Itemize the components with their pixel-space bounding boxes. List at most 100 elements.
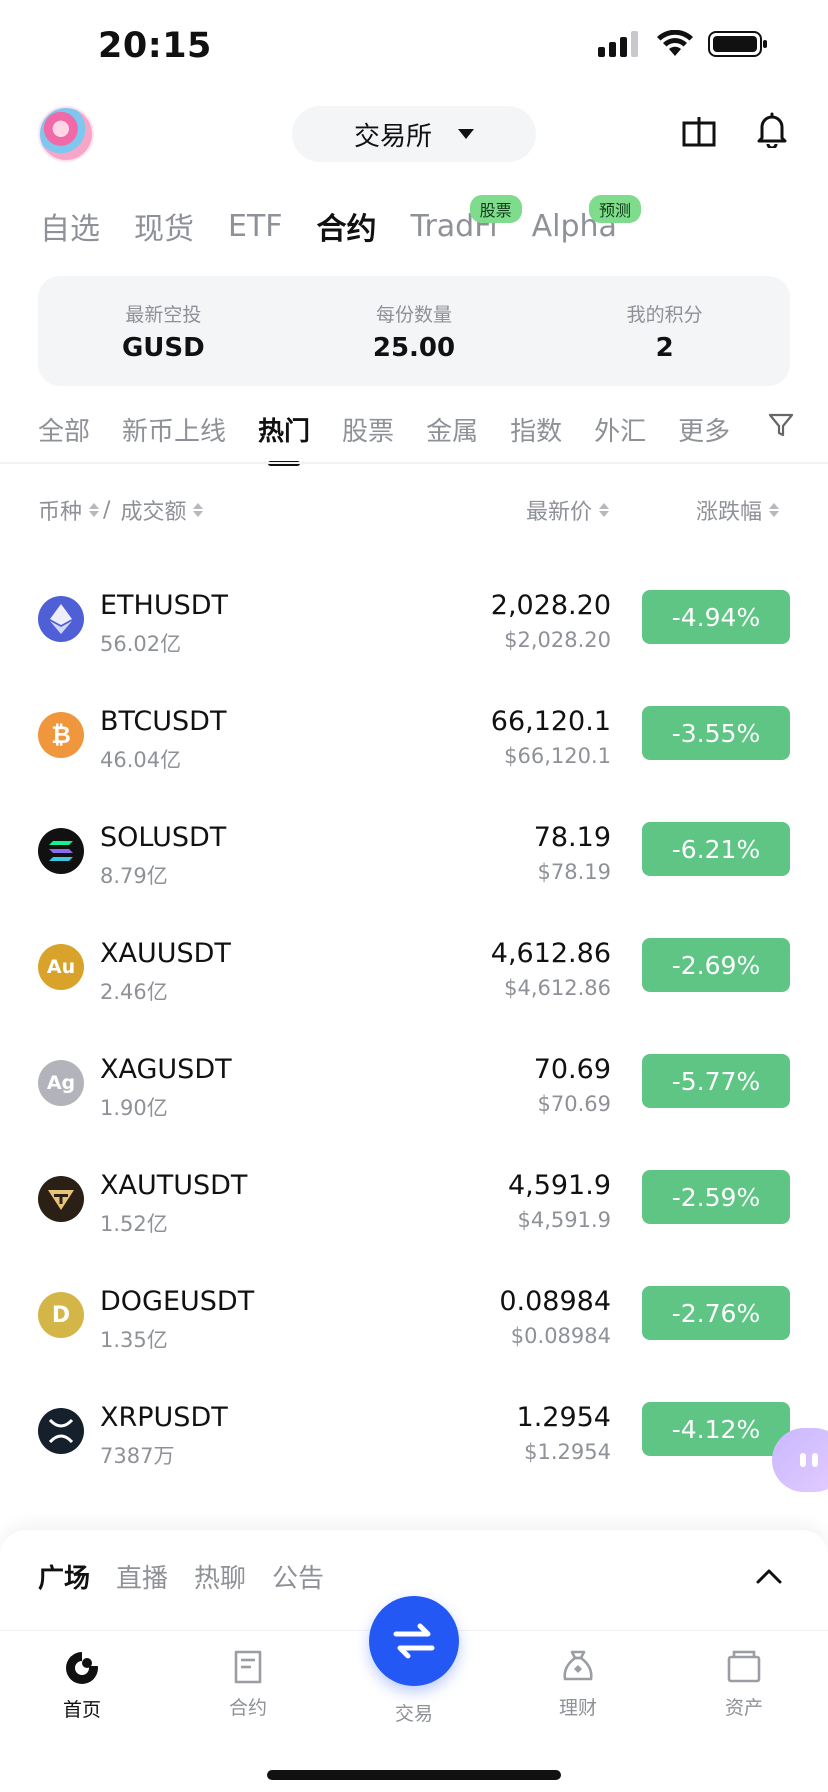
volume: 1.35亿 xyxy=(100,1328,168,1352)
category-all[interactable]: 全部 xyxy=(38,411,90,448)
market-list: ETHUSDT 56.02亿 2,028.20 $2,028.20 -4.94%… xyxy=(0,580,828,1508)
nav-assets[interactable]: 资产 xyxy=(694,1649,794,1720)
change-badge[interactable]: -5.77% xyxy=(642,1054,790,1108)
change-badge[interactable]: -2.76% xyxy=(642,1286,790,1340)
header: 交易所 xyxy=(0,100,828,190)
silver-icon: Ag xyxy=(38,1060,84,1106)
wifi-icon xyxy=(657,30,693,56)
symbol: XAUUSDT xyxy=(100,938,231,969)
exchange-label: 交易所 xyxy=(353,121,432,152)
market-row[interactable]: ₿ BTCUSDT 46.04亿 66,120.1 $66,120.1 -3.5… xyxy=(0,696,828,812)
nav-finance[interactable]: 理财 xyxy=(528,1649,628,1720)
coin-volume-header[interactable]: 币种 / 成交额 xyxy=(38,494,204,526)
price-usd: $70.69 xyxy=(537,1092,611,1116)
change-header-label: 涨跌幅 xyxy=(696,500,763,525)
eth-icon xyxy=(38,596,84,642)
nav-label: 理财 xyxy=(558,1697,597,1719)
assistant-bot-button[interactable] xyxy=(772,1428,828,1492)
market-row[interactable]: D DOGEUSDT 1.35亿 0.08984 $0.08984 -2.76% xyxy=(0,1276,828,1392)
volume-header-label: 成交额 xyxy=(120,500,187,525)
market-row[interactable]: ETHUSDT 56.02亿 2,028.20 $2,028.20 -4.94% xyxy=(0,580,828,696)
filter-icon[interactable] xyxy=(768,412,794,438)
change-badge[interactable]: -2.59% xyxy=(642,1170,790,1224)
tab-live[interactable]: 直播 xyxy=(116,1558,168,1595)
symbol: DOGEUSDT xyxy=(100,1286,255,1317)
trade-button[interactable] xyxy=(369,1596,459,1686)
bell-icon[interactable] xyxy=(756,112,788,148)
bottom-nav: 首页 合约 交易 理财 资产 xyxy=(0,1596,828,1792)
sort-icon xyxy=(769,503,780,517)
tab-alpha[interactable]: Alpha 预测 xyxy=(532,194,641,244)
symbol: BTCUSDT xyxy=(100,706,227,737)
market-row[interactable]: SOLUSDT 8.79亿 78.19 $78.19 -6.21% xyxy=(0,812,828,928)
category-hot[interactable]: 热门 xyxy=(258,411,310,466)
change-badge[interactable]: -3.55% xyxy=(642,706,790,760)
nav-home[interactable]: 首页 xyxy=(32,1649,132,1722)
nav-label: 首页 xyxy=(62,1699,101,1721)
nav-label: 资产 xyxy=(724,1697,763,1719)
tab-badge: 预测 xyxy=(588,194,641,223)
market-row[interactable]: Ag XAGUSDT 1.90亿 70.69 $70.69 -5.77% xyxy=(0,1044,828,1160)
category-more[interactable]: 更多 xyxy=(678,411,730,448)
nav-label: 合约 xyxy=(228,1697,267,1719)
price: 1.2954 xyxy=(516,1402,611,1433)
change-badge[interactable]: -6.21% xyxy=(642,822,790,876)
price-header[interactable]: 最新价 xyxy=(526,494,610,526)
category-new-listings[interactable]: 新币上线 xyxy=(122,411,226,448)
tab-etf[interactable]: ETF xyxy=(228,209,283,244)
sol-icon xyxy=(38,828,84,874)
btc-icon: ₿ xyxy=(38,712,84,758)
tab-label: 合约 xyxy=(316,212,377,247)
home-indicator xyxy=(267,1770,561,1780)
tab-announcements[interactable]: 公告 xyxy=(272,1558,324,1595)
tab-square[interactable]: 广场 xyxy=(38,1558,90,1595)
signal-icon xyxy=(598,31,638,57)
airdrop-label: 我的积分 xyxy=(626,303,703,326)
status-time: 20:15 xyxy=(98,26,212,66)
price: 66,120.1 xyxy=(490,706,611,737)
volume: 8.79亿 xyxy=(100,864,168,888)
trade-label: 交易 xyxy=(394,1703,433,1725)
volume: 1.52亿 xyxy=(100,1212,168,1236)
chevron-up-icon[interactable] xyxy=(756,1568,782,1584)
volume: 2.46亿 xyxy=(100,980,168,1004)
nav-contract[interactable]: 合约 xyxy=(198,1649,298,1720)
change-badge[interactable]: -4.12% xyxy=(642,1402,790,1456)
market-row[interactable]: XRPUSDT 7387万 1.2954 $1.2954 -4.12% xyxy=(0,1392,828,1508)
change-badge[interactable]: -2.69% xyxy=(642,938,790,992)
price-usd: $2,028.20 xyxy=(504,628,611,652)
market-row[interactable]: XAUTUSDT 1.52亿 4,591.9 $4,591.9 -2.59% xyxy=(0,1160,828,1276)
symbol: ETHUSDT xyxy=(100,590,229,621)
doge-icon: D xyxy=(38,1292,84,1338)
category-stocks[interactable]: 股票 xyxy=(342,411,394,448)
change-header[interactable]: 涨跌幅 xyxy=(696,494,780,526)
category-forex[interactable]: 外汇 xyxy=(594,411,646,448)
tab-chat[interactable]: 热聊 xyxy=(194,1558,246,1595)
price-usd: $66,120.1 xyxy=(504,744,611,768)
change-badge[interactable]: -4.94% xyxy=(642,590,790,644)
symbol: SOLUSDT xyxy=(100,822,227,853)
wallet-icon xyxy=(727,1650,761,1683)
tab-spot[interactable]: 现货 xyxy=(134,204,194,248)
volume: 46.04亿 xyxy=(100,748,182,772)
tab-watchlist[interactable]: 自选 xyxy=(40,204,100,248)
header-separator: / xyxy=(103,497,111,523)
tab-tradfi[interactable]: TradFi 股票 xyxy=(411,194,522,244)
swap-icon xyxy=(393,1623,435,1659)
market-row[interactable]: Au XAUUSDT 2.46亿 4,612.86 $4,612.86 -2.6… xyxy=(0,928,828,1044)
home-icon xyxy=(66,1652,98,1684)
price: 0.08984 xyxy=(499,1286,611,1317)
volume: 56.02亿 xyxy=(100,632,182,656)
airdrop-label: 每份数量 xyxy=(376,303,453,326)
gift-box-icon[interactable] xyxy=(682,113,716,147)
tab-futures[interactable]: 合约 xyxy=(317,204,377,248)
symbol: XRPUSDT xyxy=(100,1402,228,1433)
avatar[interactable] xyxy=(38,106,94,162)
category-metals[interactable]: 金属 xyxy=(426,411,478,448)
contract-icon xyxy=(234,1650,262,1684)
exchange-selector[interactable]: 交易所 xyxy=(292,106,536,162)
airdrop-card[interactable]: 最新空投 GUSD 每份数量 25.00 我的积分 2 xyxy=(38,276,790,386)
volume: 1.90亿 xyxy=(100,1096,168,1120)
price-usd: $0.08984 xyxy=(510,1324,611,1348)
category-indices[interactable]: 指数 xyxy=(510,411,562,448)
